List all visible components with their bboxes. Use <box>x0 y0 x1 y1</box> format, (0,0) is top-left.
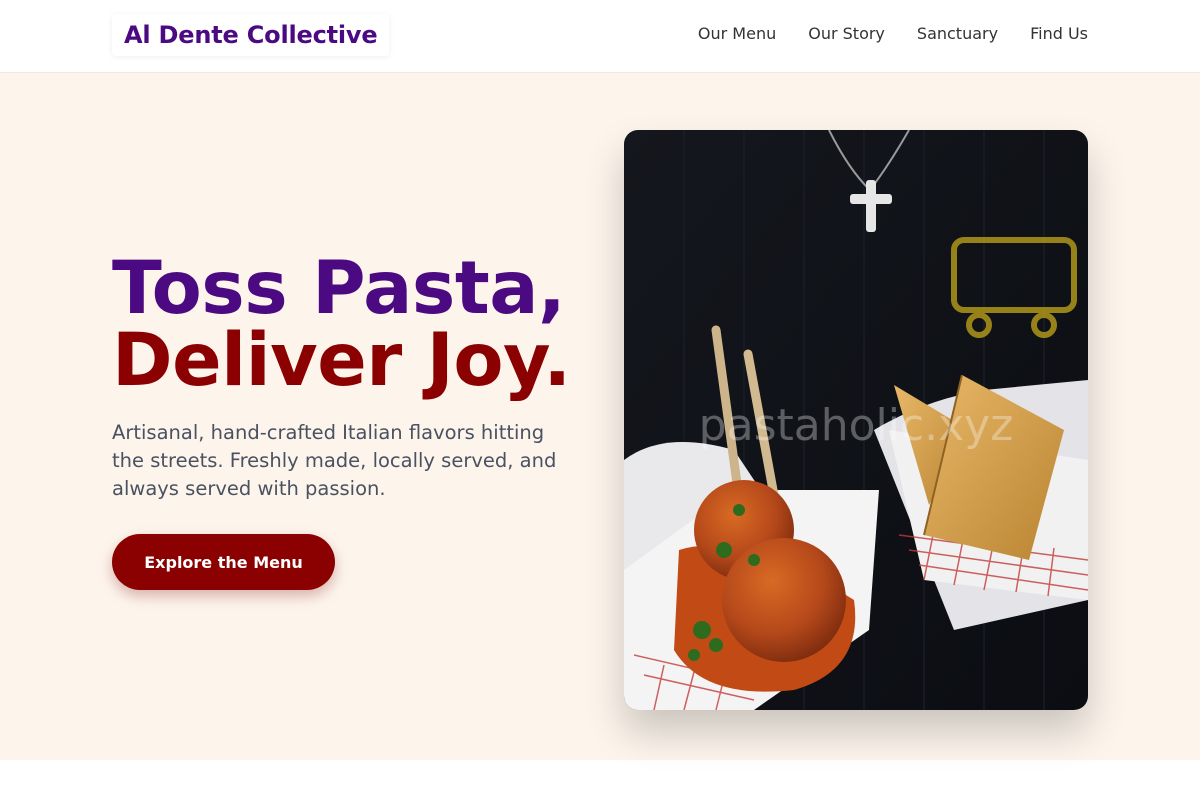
hero-food-image: pastaholic.xyz <box>624 130 1088 710</box>
nav-link-our-story[interactable]: Our Story <box>808 24 885 43</box>
headline-line-2: Deliver Joy. <box>112 318 571 403</box>
main-nav: Our Menu Our Story Sanctuary Find Us <box>698 24 1088 43</box>
headline-line-1: Toss Pasta, <box>112 246 566 331</box>
nav-link-our-menu[interactable]: Our Menu <box>698 24 776 43</box>
hero-headline: Toss Pasta, Deliver Joy. <box>112 246 571 403</box>
hero-description: Artisanal, hand-crafted Italian flavors … <box>112 421 557 500</box>
site-header: Al Dente Collective Our Menu Our Story S… <box>0 0 1200 73</box>
explore-menu-button[interactable]: Explore the Menu <box>112 534 335 590</box>
nav-link-find-us[interactable]: Find Us <box>1030 24 1088 43</box>
nav-link-sanctuary[interactable]: Sanctuary <box>917 24 998 43</box>
brand-logo[interactable]: Al Dente Collective <box>112 14 390 56</box>
hero-section: Toss Pasta, Deliver Joy. Artisanal, hand… <box>0 73 1200 760</box>
